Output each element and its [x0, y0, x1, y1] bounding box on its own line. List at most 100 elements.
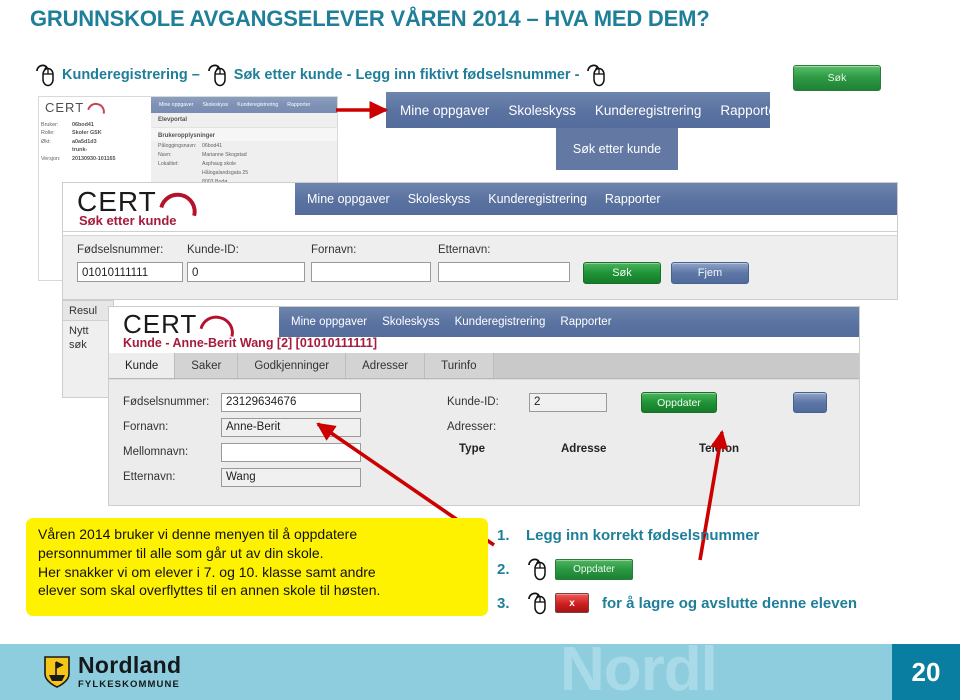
label-adresser: Adresser: [447, 421, 497, 433]
nav-item-mine-oppgaver[interactable]: Mine oppgaver [159, 102, 193, 108]
search-button-callout[interactable]: Søk [793, 65, 881, 91]
link-nytt-sok[interactable]: Nytt søk [63, 321, 113, 357]
nav-item-skoleskyss[interactable]: Skoleskyss [408, 192, 471, 206]
tab-resultat[interactable]: Resul [63, 301, 113, 321]
nav-item-skoleskyss[interactable]: Skoleskyss [382, 316, 440, 328]
section-title: Brukeropplysninger [151, 128, 337, 141]
input-etternavn[interactable] [438, 262, 570, 282]
nav-item-rapporter[interactable]: Rapporter [720, 103, 780, 118]
portal-label: Elevportal [151, 113, 337, 128]
user-info-key: Rolle: [41, 130, 55, 137]
detail-row: Lokalitet: Asphaug skole [158, 160, 330, 169]
nav-item-mine-oppgaver[interactable]: Mine oppgaver [291, 316, 367, 328]
nav-bar: Mine oppgaver Skoleskyss Kunderegistreri… [151, 97, 337, 113]
app-header: CERT Mine oppgaver Skoleskyss Kunderegis… [109, 307, 859, 353]
search-form: Fødselsnummer: Kunde-ID: Fornavn: Ettern… [63, 235, 897, 299]
user-info-value: trunk- [72, 147, 88, 154]
tab-godkjenninger[interactable]: Godkjenninger [238, 353, 347, 378]
nav-item-rapporter[interactable]: Rapporter [287, 102, 310, 108]
nav-item-kunderegistrering[interactable]: Kunderegistrering [595, 103, 702, 118]
user-info-row: Versjon: 20130930-101165 [41, 155, 149, 163]
nav-item-kunderegistrering[interactable]: Kunderegistrering [488, 192, 587, 206]
step-label: for å lagre og avslutte denne eleven [602, 594, 858, 612]
update-button[interactable]: Oppdater [641, 392, 717, 413]
nav-item-mine-oppgaver[interactable]: Mine oppgaver [307, 192, 390, 206]
search-result-stub: Resul Nytt søk [62, 300, 114, 398]
step-3: 3. x for å lagre og avslutte denne eleve… [497, 586, 947, 620]
label-kunde-id: Kunde-ID: [447, 396, 499, 408]
mouse-click-icon [585, 62, 607, 88]
search-button[interactable]: Søk [583, 262, 661, 284]
nav-item-rapporter[interactable]: Rapporter [560, 316, 611, 328]
nordland-logo: Nordland FYLKESKOMMUNE [44, 654, 181, 690]
user-info-key: Økt: [41, 138, 51, 145]
nav-item-kunderegistrering[interactable]: Kunderegistrering [455, 316, 546, 328]
slide-canvas: GRUNNSKOLE AVGANGSELEVER VÅREN 2014 – HV… [0, 0, 960, 700]
column-adresse: Adresse [561, 443, 607, 455]
mouse-click-icon [206, 62, 228, 88]
cert-logo: CERT [45, 100, 107, 115]
mouse-click-icon [526, 590, 548, 616]
user-info-key [41, 146, 69, 154]
input-fodselsnummer[interactable]: 23129634676 [221, 393, 361, 412]
tab-turinfo[interactable]: Turinfo [425, 353, 494, 378]
input-mellomnavn[interactable] [221, 443, 361, 462]
logo-subtitle: FYLKESKOMMUNE [78, 679, 180, 690]
app-header: CERT Mine oppgaver Skoleskyss Kunderegis… [63, 183, 897, 231]
input-fodselsnummer[interactable]: 01010111111 [77, 262, 183, 282]
detail-key: Navn: [158, 152, 172, 159]
input-kunde-id[interactable]: 0 [187, 262, 305, 282]
user-info-value: 20130930-101165 [72, 155, 116, 162]
tab-strip: Kunde Saker Godkjenninger Adresser Turin… [109, 353, 859, 379]
detail-row: Hålogalandsgata 25 [158, 169, 330, 178]
user-info-value: 06bod41 [72, 122, 94, 128]
user-info-key: Bruker: [41, 122, 59, 128]
tab-saker[interactable]: Saker [175, 353, 239, 378]
detail-row: Navn: Marianne Skogstad [158, 151, 330, 160]
menu-item-sok-etter-kunde[interactable]: Søk etter kunde [556, 128, 678, 170]
customer-heading: Kunde - Anne-Berit Wang [2] [01010111111… [123, 336, 378, 350]
footer-watermark: Nordl [560, 644, 718, 700]
breadcrumb-step-2: Søk etter kunde - Legg inn fiktivt fødse… [233, 67, 580, 83]
nav-bar: Mine oppgaver Skoleskyss Kunderegistreri… [295, 183, 897, 215]
nav-item-skoleskyss[interactable]: Skoleskyss [202, 102, 228, 108]
cert-swoosh-icon [158, 188, 201, 216]
screenshot-nav-zoom: Mine oppgaver Skoleskyss Kunderegistreri… [386, 92, 780, 128]
nav-item-kunderegistrering[interactable]: Kunderegistrering [237, 102, 278, 108]
nav-bar: Mine oppgaver Skoleskyss Kunderegistreri… [279, 307, 859, 337]
clear-button[interactable]: Fjem [671, 262, 749, 284]
detail-key: Lokalitet: [158, 161, 179, 168]
detail-key: Påloggingsnavn: [158, 143, 197, 149]
label-fodselsnummer: Fødselsnummer: [123, 396, 210, 408]
tab-kunde[interactable]: Kunde [109, 353, 176, 378]
label-etternavn: Etternavn: [438, 244, 491, 256]
step-label: Legg inn korrekt fødselsnummer [526, 526, 760, 544]
page-title: GRUNNSKOLE AVGANGSELEVER VÅREN 2014 – HV… [30, 6, 710, 31]
label-kunde-id: Kunde-ID: [187, 244, 239, 256]
callout-line: Her snakker vi om elever i 7. og 10. kla… [38, 563, 376, 580]
detail-value: 06bod41 [202, 143, 223, 149]
oppdater-button[interactable]: Oppdater [555, 558, 633, 580]
column-telefon: Telefon [699, 443, 740, 455]
footer-bar: Nordl Nordland FYLKESKOMMUNE 20 [0, 644, 960, 700]
step-1: 1. Legg inn korrekt fødselsnummer [497, 518, 947, 552]
secondary-action-button[interactable] [793, 392, 827, 413]
input-fornavn[interactable] [311, 262, 431, 282]
page-heading: Søk etter kunde [79, 213, 177, 228]
input-kunde-id[interactable]: 2 [529, 393, 607, 412]
nav-item-rapporter[interactable]: Rapporter [605, 192, 661, 206]
screenshot-customer-detail: CERT Mine oppgaver Skoleskyss Kunderegis… [108, 306, 860, 506]
tab-adresser[interactable]: Adresser [346, 353, 426, 378]
input-fornavn[interactable]: Anne-Berit [221, 418, 361, 437]
detail-value: Marianne Skogstad [202, 152, 247, 159]
nordland-shield-icon [44, 656, 70, 688]
user-info-row: Bruker: 06bod41 [41, 121, 149, 129]
label-fodselsnummer: Fødselsnummer: [77, 244, 164, 256]
customer-form: Fødselsnummer: Fornavn: Mellomnavn: Ette… [109, 379, 859, 505]
close-icon[interactable]: x [555, 593, 589, 613]
nav-item-mine-oppgaver[interactable]: Mine oppgaver [400, 103, 489, 118]
detail-value: Asphaug skole [202, 161, 237, 168]
cert-logo-text: CERT [45, 100, 85, 115]
nav-item-skoleskyss[interactable]: Skoleskyss [508, 103, 576, 118]
input-etternavn[interactable]: Wang [221, 468, 361, 487]
